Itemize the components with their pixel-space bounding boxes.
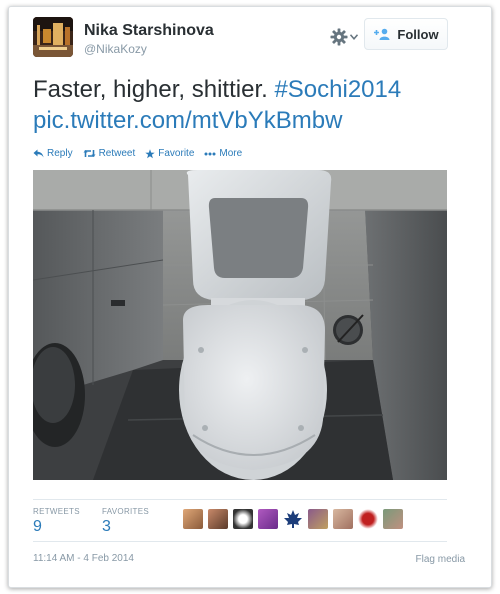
faver-avatar[interactable]: [208, 509, 228, 529]
tweet-body: Faster, higher, shittier.: [33, 76, 275, 103]
toilet-photo: [33, 170, 447, 480]
tweet-text: Faster, higher, shittier. #Sochi2014 pic…: [33, 74, 453, 136]
faver-avatar[interactable]: [283, 509, 303, 529]
retweet-label: Retweet: [98, 148, 136, 159]
faver-avatar[interactable]: [333, 509, 353, 529]
flag-media-link[interactable]: Flag media: [416, 554, 465, 565]
favorite-label: Favorite: [158, 148, 195, 159]
faver-avatar[interactable]: [233, 509, 253, 529]
avatar-image: [33, 17, 73, 57]
reply-button[interactable]: Reply: [33, 148, 73, 159]
more-button[interactable]: More: [204, 148, 242, 159]
faver-avatar[interactable]: [183, 509, 203, 529]
retweets-label: RETWEETS: [33, 507, 80, 516]
favorites-count[interactable]: 3: [102, 518, 111, 536]
divider-bottom: [33, 541, 447, 542]
more-label: More: [219, 148, 243, 159]
display-name[interactable]: Nika Starshinova: [84, 22, 214, 40]
tweet-timestamp[interactable]: 11:14 AM - 4 Feb 2014: [33, 553, 134, 564]
more-icon: [204, 152, 216, 155]
faver-avatar[interactable]: [383, 509, 403, 529]
pic-link[interactable]: pic.twitter.com/mtVbYkBmbw: [33, 107, 342, 134]
tweet-actions: Reply Retweet Favorite More: [33, 148, 242, 159]
faver-avatar[interactable]: [358, 509, 378, 529]
faver-avatar[interactable]: [258, 509, 278, 529]
maple-leaf-icon: [284, 510, 302, 528]
add-user-icon: [374, 28, 390, 40]
reply-icon: [33, 149, 44, 158]
chevron-down-icon: [350, 34, 358, 40]
favorite-button[interactable]: Favorite: [145, 148, 194, 159]
follow-button-label: Follow: [397, 26, 439, 42]
avatar[interactable]: [33, 17, 73, 57]
favorites-label: FAVORITES: [102, 507, 150, 516]
follow-button[interactable]: Follow: [364, 18, 448, 50]
retweet-icon: [83, 150, 96, 157]
divider-top: [33, 499, 447, 500]
tweet-photo[interactable]: [33, 170, 447, 480]
username-handle[interactable]: @NikaKozy: [84, 42, 147, 56]
faver-avatar[interactable]: [308, 509, 328, 529]
retweets-count[interactable]: 9: [33, 518, 42, 536]
hashtag-link[interactable]: #Sochi2014: [274, 76, 401, 103]
reply-label: Reply: [47, 148, 73, 159]
retweet-button[interactable]: Retweet: [83, 148, 136, 159]
gear-icon: [330, 28, 348, 46]
star-icon: [145, 148, 155, 158]
user-actions-dropdown[interactable]: [330, 24, 364, 50]
favoriter-avatars: [183, 509, 403, 529]
